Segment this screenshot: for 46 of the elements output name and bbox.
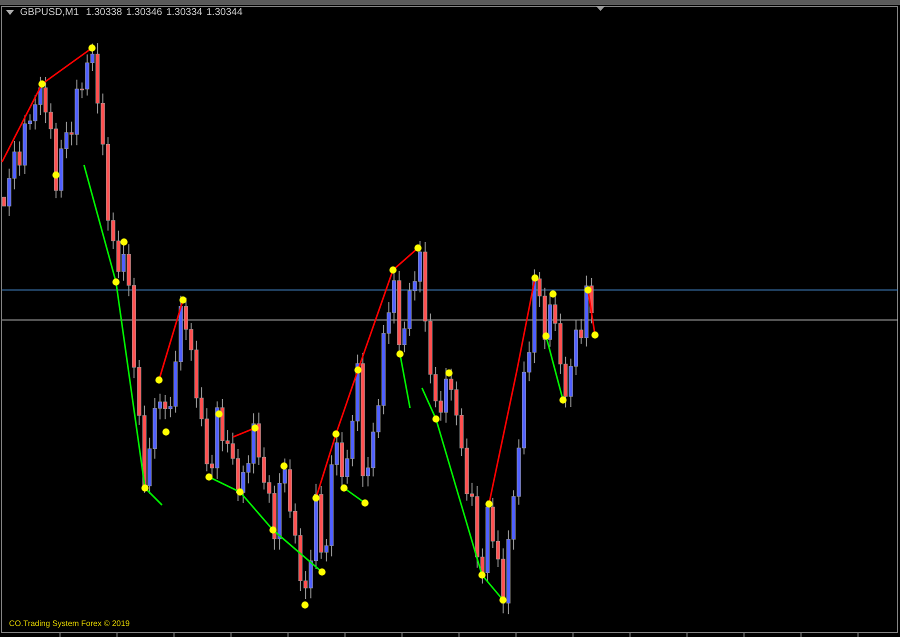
copyright-text: CO.Trading System Forex © 2019 (9, 619, 130, 628)
price-quote: 1.30334 (166, 7, 202, 18)
pivot-dot (542, 332, 550, 340)
price-quote: 1.30344 (206, 7, 243, 18)
pivot-dot (179, 296, 187, 304)
pivot-dot (155, 376, 163, 384)
pivot-dot (88, 44, 96, 52)
pivot-dot (205, 473, 213, 481)
pivot-dot (414, 244, 422, 252)
pivot-dot (38, 80, 46, 88)
pivot-dot (251, 424, 259, 432)
symbol-label: GBPUSD,M1 (20, 7, 79, 18)
price-quote: 1.30346 (126, 7, 162, 18)
price-quote: 1.30338 (86, 7, 122, 18)
pivot-dot (120, 238, 128, 246)
pivot-dot (361, 499, 369, 507)
pivot-dot (432, 415, 440, 423)
pivot-dot (396, 350, 404, 358)
pivot-dot (52, 171, 60, 179)
falling-zigzag-line (344, 487, 366, 504)
pivot-dot (485, 500, 493, 508)
pivot-dot (445, 369, 453, 377)
pivot-dot (280, 462, 288, 470)
pivot-dot (531, 274, 539, 282)
pivot-dot (162, 428, 170, 436)
pivot-dot (332, 430, 340, 438)
pivot-dot (340, 484, 348, 492)
pivot-dot (312, 494, 320, 502)
caret-icon[interactable] (6, 10, 14, 15)
pivot-dot (318, 568, 326, 576)
pivot-dot (141, 484, 149, 492)
pivot-dot (478, 571, 486, 579)
pivot-dot (301, 601, 309, 609)
pivot-dot (215, 410, 223, 418)
pivot-dot (559, 396, 567, 404)
candlestick (444, 368, 452, 413)
pivot-dot (549, 290, 557, 298)
pivot-dot (236, 488, 244, 496)
pivot-dot (389, 266, 397, 274)
pivot-dot (269, 526, 277, 534)
pivot-dot (591, 331, 599, 339)
candlestick (298, 535, 306, 600)
pivot-dot (354, 366, 362, 374)
pivot-dot (112, 278, 120, 286)
pivot-dot (499, 596, 507, 604)
pivot-dot (584, 286, 592, 294)
